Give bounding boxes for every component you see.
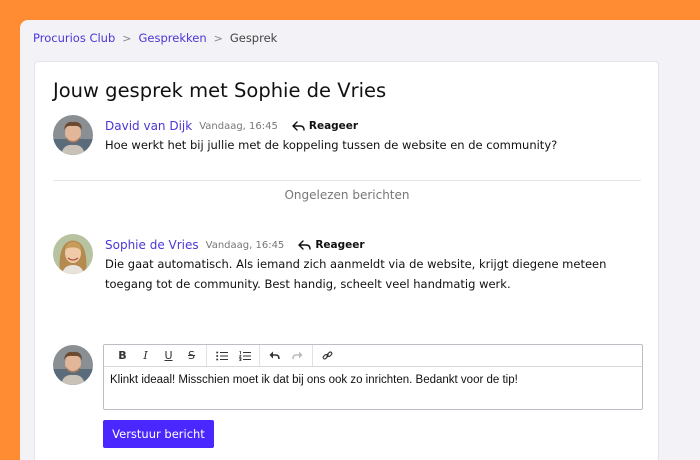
bullet-list-button[interactable] [210,346,233,366]
reply-label: Reageer [315,239,365,251]
message-author[interactable]: Sophie de Vries [105,238,199,252]
toolbar-group-format: B I U S [108,345,207,366]
conversation-card: Jouw gesprek met Sophie de Vries David v… [34,61,659,460]
breadcrumb: Procurios Club > Gesprekken > Gesprek [33,31,277,45]
breadcrumb-separator: > [213,31,223,45]
redo-button[interactable] [286,346,309,366]
toolbar-group-insert [313,345,342,366]
message-meta: David van Dijk Vandaag, 16:45 Reageer [105,119,358,133]
reply-editor: B I U S Klinkt ideaal! Misschien moet ik… [103,344,643,410]
toolbar-group-history [260,345,313,366]
message-text: Hoe werkt het bij jullie met de koppelin… [105,138,558,152]
breadcrumb-home-link[interactable]: Procurios Club [33,31,115,45]
message-author[interactable]: David van Dijk [105,119,192,133]
breadcrumb-separator: > [122,31,132,45]
underline-button[interactable]: U [157,346,180,366]
reply-text-area[interactable]: Klinkt ideaal! Misschien moet ik dat bij… [104,367,642,393]
message-time: Vandaag, 16:45 [205,239,285,251]
unread-separator-label: Ongelezen berichten [284,188,410,202]
avatar-david [53,115,93,155]
undo-icon [269,351,280,360]
app-window: Procurios Club > Gesprekken > Gesprek Jo… [20,20,700,460]
link-button[interactable] [316,346,339,366]
numbered-list-icon [238,350,251,361]
redo-icon [292,351,303,360]
toolbar-group-lists [207,345,260,366]
breadcrumb-conversations-link[interactable]: Gesprekken [139,31,207,45]
reply-icon [292,120,305,131]
bold-button[interactable]: B [111,346,134,366]
divider [53,180,641,181]
avatar-man-image [53,115,93,155]
strikethrough-button[interactable]: S [180,346,203,366]
breadcrumb-current: Gesprek [229,31,278,45]
message-meta: Sophie de Vries Vandaag, 16:45 Reageer [105,238,365,252]
link-icon [322,351,333,360]
avatar-sophie [53,234,93,274]
avatar-current-user [53,345,93,385]
avatar-woman-image [53,234,93,274]
bullet-list-icon [215,351,228,360]
send-message-button[interactable]: Verstuur bericht [103,420,214,448]
reply-button[interactable]: Reageer [298,239,365,251]
reply-button[interactable]: Reageer [292,120,358,132]
avatar-man-image [53,345,93,385]
message-text: Die gaat automatisch. Als iemand zich aa… [105,257,607,291]
reply-icon [298,239,312,250]
reply-label: Reageer [308,120,359,132]
editor-toolbar: B I U S [104,345,642,367]
page-title: Jouw gesprek met Sophie de Vries [53,79,387,102]
undo-button[interactable] [263,346,286,366]
message-time: Vandaag, 16:45 [199,120,278,132]
italic-button[interactable]: I [134,346,157,366]
numbered-list-button[interactable] [233,346,256,366]
